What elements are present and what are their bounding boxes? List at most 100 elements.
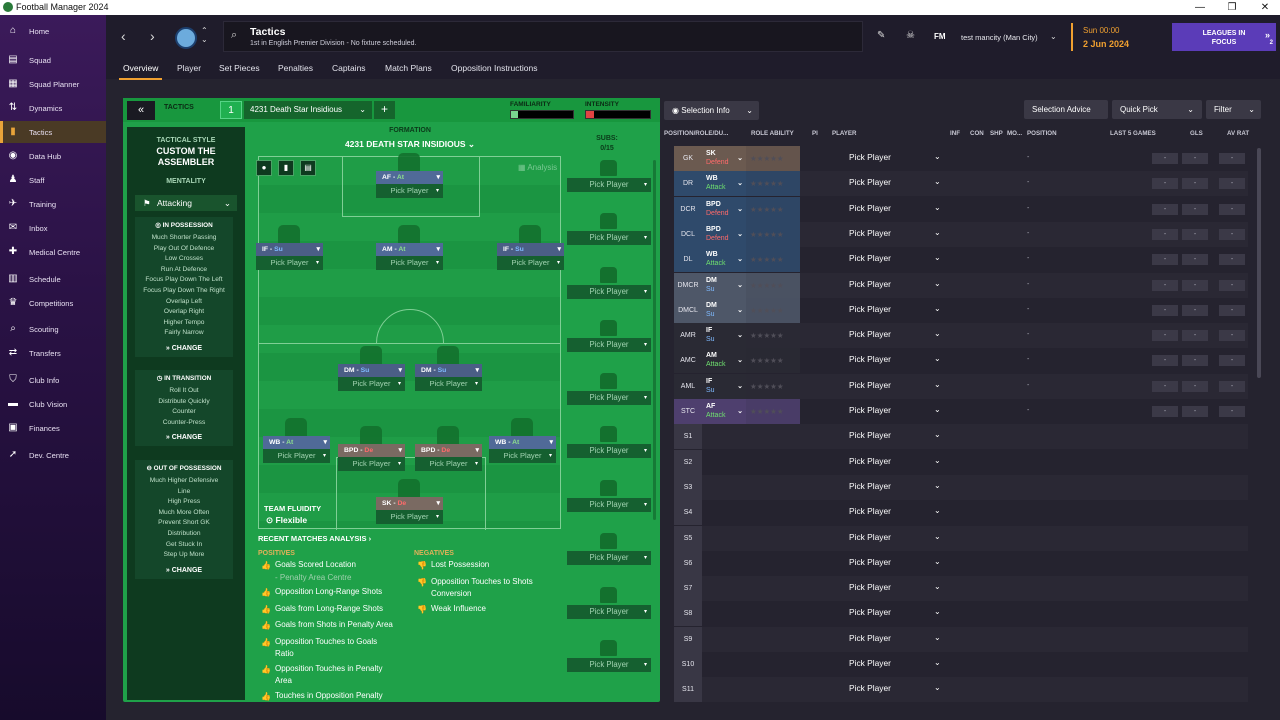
formation-dropdown[interactable]: 4231 DEATH STAR INSIDIOUS ⌄ xyxy=(330,139,490,150)
add-tactic-button[interactable]: + xyxy=(374,101,395,119)
pick-player-dropdown[interactable]: Pick Player ⌄ xyxy=(849,607,941,617)
table-row[interactable]: AMC AM Attack ⌄ ★★★★★ Pick Player ⌄ - - - - xyxy=(674,348,1248,374)
role-duty-dropdown[interactable]: AM Attack ⌄ xyxy=(702,348,746,374)
pick-player-dropdown[interactable]: Pick Player ⌄ xyxy=(849,532,941,542)
pick-player-dropdown[interactable]: Pick Player ⌄ xyxy=(849,203,941,213)
sidebar-item-transfers[interactable]: ⇄ Transfers xyxy=(0,342,106,364)
skull-icon[interactable]: ☠ xyxy=(906,30,915,41)
role-duty-dropdown[interactable]: BPD Defend ⌄ xyxy=(702,221,746,247)
table-row[interactable]: S6 Pick Player ⌄ xyxy=(674,550,1248,576)
role-duty-dropdown[interactable]: AF Attack ⌄ xyxy=(702,399,746,424)
sidebar-item-tactics[interactable]: ▮ Tactics xyxy=(0,121,106,143)
player-card-sk[interactable]: SK - De ▾ Pick Player ▾ xyxy=(376,479,443,524)
club-crest-icon[interactable] xyxy=(175,27,197,49)
player-card-dm[interactable]: DM - Su ▾ Pick Player ▾ xyxy=(338,346,405,391)
pick-player-dropdown[interactable]: Pick Player ⌄ xyxy=(849,658,941,668)
pick-player-dropdown[interactable]: Pick Player ⌄ xyxy=(849,582,941,592)
role-dropdown[interactable]: DM - Su ▾ xyxy=(415,364,482,377)
column-header[interactable]: LAST 5 GAMES xyxy=(1110,130,1156,137)
role-dropdown[interactable]: DM - Su ▾ xyxy=(338,364,405,377)
pick-player-dropdown[interactable]: Pick Player ⌄ xyxy=(849,329,941,339)
column-header[interactable]: SHP xyxy=(990,130,1003,137)
quick-pick-button[interactable]: Quick Pick ⌄ xyxy=(1112,100,1202,119)
pick-player-dropdown[interactable]: Pick Player ▾ xyxy=(415,377,482,391)
table-row[interactable]: S2 Pick Player ⌄ xyxy=(674,449,1248,475)
pick-player-dropdown[interactable]: Pick Player ▾ xyxy=(489,449,556,463)
tab-opposition-instructions[interactable]: Opposition Instructions xyxy=(451,63,537,73)
table-row[interactable]: DCL BPD Defend ⌄ ★★★★★ Pick Player ⌄ - - - - xyxy=(674,221,1248,247)
sidebar-item-squad[interactable]: ▤ Squad xyxy=(0,49,106,71)
minimize-button[interactable]: — xyxy=(1185,0,1215,15)
sidebar-item-dynamics[interactable]: ⇅ Dynamics xyxy=(0,97,106,119)
change-button[interactable]: » CHANGE xyxy=(135,567,233,574)
role-dropdown[interactable]: IF - Su ▾ xyxy=(256,243,323,256)
pick-player-dropdown[interactable]: Pick Player ⌄ xyxy=(849,152,941,162)
column-header[interactable]: POSITION/ROLE/DU... xyxy=(664,130,728,137)
role-duty-dropdown[interactable]: WB Attack ⌄ xyxy=(702,247,746,273)
column-header[interactable]: PLAYER xyxy=(832,130,857,137)
change-button[interactable]: » CHANGE xyxy=(135,345,233,352)
tab-penalties[interactable]: Penalties xyxy=(278,63,313,73)
pick-player-dropdown[interactable]: Pick Player ⌄ xyxy=(849,405,941,415)
tab-set-pieces[interactable]: Set Pieces xyxy=(219,63,260,73)
sub-pick-player-dropdown[interactable]: Pick Player xyxy=(567,605,651,619)
sub-pick-player-dropdown[interactable]: Pick Player xyxy=(567,231,651,245)
role-dropdown[interactable]: AM - At ▾ xyxy=(376,243,443,256)
sidebar-item-medical-centre[interactable]: ✚ Medical Centre xyxy=(0,241,106,263)
recent-matches-analysis-link[interactable]: RECENT MATCHES ANALYSIS › xyxy=(258,534,371,543)
manager-name[interactable]: test mancity (Man City) xyxy=(961,33,1038,42)
pick-player-dropdown[interactable]: Pick Player ▾ xyxy=(256,256,323,270)
collapse-icon[interactable]: « xyxy=(127,101,155,120)
edit-pen-icon[interactable]: ✎ xyxy=(877,30,885,41)
player-card-if[interactable]: IF - Su ▾ Pick Player ▾ xyxy=(256,225,323,270)
maximize-button[interactable]: ❐ xyxy=(1217,0,1247,15)
column-header[interactable]: AV RAT xyxy=(1227,130,1249,137)
table-row[interactable]: DMCR DM Su ⌄ ★★★★★ Pick Player ⌄ - - - - xyxy=(674,272,1248,298)
page-header[interactable]: ⌕ Tactics 1st in English Premier Divisio… xyxy=(223,21,863,52)
table-row[interactable]: S11 Pick Player ⌄ xyxy=(674,677,1248,703)
sub-pick-player-dropdown[interactable]: Pick Player xyxy=(567,178,651,192)
table-row[interactable]: S8 Pick Player ⌄ xyxy=(674,601,1248,627)
pick-player-dropdown[interactable]: Pick Player ⌄ xyxy=(849,177,941,187)
sidebar-item-data-hub[interactable]: ◉ Data Hub xyxy=(0,145,106,167)
table-row[interactable]: AML IF Su ⌄ ★★★★★ Pick Player ⌄ - - - - xyxy=(674,373,1248,399)
tactical-style-name[interactable]: CUSTOM THE ASSEMBLER xyxy=(127,146,245,168)
tab-captains[interactable]: Captains xyxy=(332,63,366,73)
column-header[interactable]: GLS xyxy=(1190,130,1203,137)
sidebar-item-schedule[interactable]: ▥ Schedule xyxy=(0,268,106,290)
pick-player-dropdown[interactable]: Pick Player ▾ xyxy=(376,510,443,524)
tactics-scrollbar[interactable] xyxy=(653,160,656,520)
chevron-down-icon[interactable]: ⌄ xyxy=(1050,32,1057,41)
tactic-slot-number[interactable]: 1 xyxy=(220,101,242,119)
player-card-wb[interactable]: WB - At ▾ Pick Player ▾ xyxy=(489,418,556,463)
role-dropdown[interactable]: BPD - De ▾ xyxy=(415,444,482,457)
sidebar-item-club-info[interactable]: ⛉ Club Info xyxy=(0,369,106,391)
sub-pick-player-dropdown[interactable]: Pick Player xyxy=(567,338,651,352)
table-row[interactable]: S1 Pick Player ⌄ xyxy=(674,424,1248,450)
table-row[interactable]: S4 Pick Player ⌄ xyxy=(674,500,1248,526)
sidebar-item-finances[interactable]: ▣ Finances xyxy=(0,417,106,439)
sidebar-item-competitions[interactable]: ♛ Competitions xyxy=(0,292,106,314)
role-duty-dropdown[interactable]: IF Su ⌄ xyxy=(702,373,746,399)
player-card-bpd[interactable]: BPD - De ▾ Pick Player ▾ xyxy=(415,426,482,471)
table-scrollbar[interactable] xyxy=(1257,148,1261,378)
table-row[interactable]: STC AF Attack ⌄ ★★★★★ Pick Player ⌄ - - - - xyxy=(674,399,1248,424)
crest-switch-icon[interactable]: ⌃ ⌄ xyxy=(201,26,208,44)
pick-player-dropdown[interactable]: Pick Player ⌄ xyxy=(849,633,941,643)
column-header[interactable]: CON xyxy=(970,130,984,137)
forward-arrow-icon[interactable]: › xyxy=(150,28,155,44)
tab-match-plans[interactable]: Match Plans xyxy=(385,63,432,73)
table-row[interactable]: S7 Pick Player ⌄ xyxy=(674,576,1248,602)
role-dropdown[interactable]: WB - At ▾ xyxy=(489,436,556,449)
player-card-if[interactable]: IF - Su ▾ Pick Player ▾ xyxy=(497,225,564,270)
change-button[interactable]: » CHANGE xyxy=(135,434,233,441)
player-card-bpd[interactable]: BPD - De ▾ Pick Player ▾ xyxy=(338,426,405,471)
sidebar-item-scouting[interactable]: ⌕ Scouting xyxy=(0,318,106,340)
pick-player-dropdown[interactable]: Pick Player ⌄ xyxy=(849,430,941,440)
pick-player-dropdown[interactable]: Pick Player ⌄ xyxy=(849,557,941,567)
sub-pick-player-dropdown[interactable]: Pick Player xyxy=(567,285,651,299)
sub-pick-player-dropdown[interactable]: Pick Player xyxy=(567,391,651,405)
role-duty-dropdown[interactable]: WB Attack ⌄ xyxy=(702,171,746,197)
pick-player-dropdown[interactable]: Pick Player ⌄ xyxy=(849,456,941,466)
table-row[interactable]: DR WB Attack ⌄ ★★★★★ Pick Player ⌄ - - - - xyxy=(674,171,1248,197)
